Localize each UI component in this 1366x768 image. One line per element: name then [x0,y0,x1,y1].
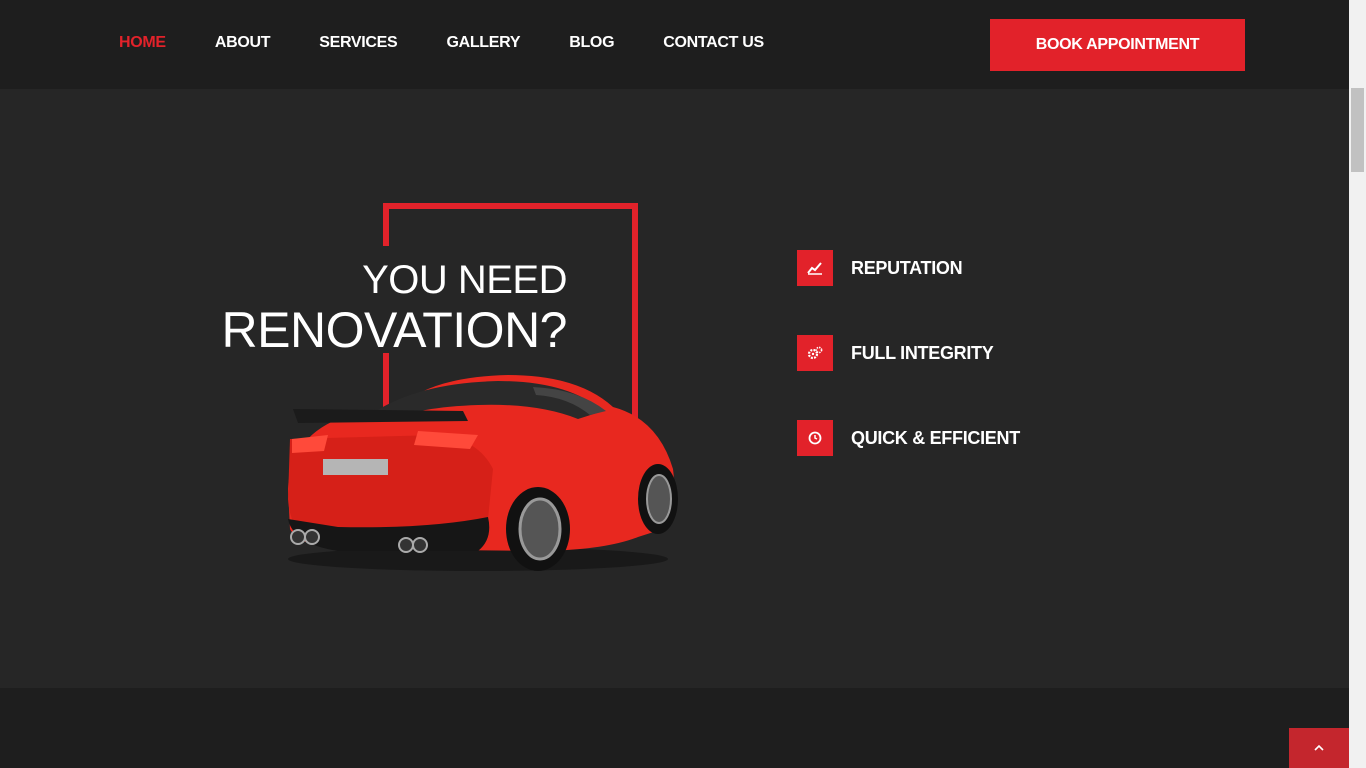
hero-title-line1: YOU NEED [362,258,567,302]
main-nav: HOME ABOUT SERVICES GALLERY BLOG CONTACT… [119,34,813,52]
feature-label: FULL INTEGRITY [851,342,994,363]
feature-label: QUICK & EFFICIENT [851,427,1020,448]
clock-icon [797,420,833,456]
nav-about[interactable]: ABOUT [215,34,271,52]
nav-gallery[interactable]: GALLERY [446,34,520,52]
scrollbar-thumb[interactable] [1351,88,1364,172]
feature-label: REPUTATION [851,257,963,278]
nav-services[interactable]: SERVICES [319,34,398,52]
nav-contact-us[interactable]: CONTACT US [663,34,764,52]
feature-quick-efficient: QUICK & EFFICIENT [797,420,1020,456]
book-appointment-button[interactable]: BOOK APPOINTMENT [990,19,1245,71]
gears-icon [797,335,833,371]
scroll-to-top-button[interactable] [1289,728,1349,768]
nav-blog[interactable]: BLOG [569,34,614,52]
hero-title-line2: RENOVATION? [221,302,568,358]
car-image [288,375,678,571]
chevron-up-icon [1314,745,1324,751]
trend-chart-icon [797,250,833,286]
nav-home[interactable]: HOME [119,34,166,52]
hero-section: YOU NEED RENOVATION? REPUTATION FULL INT… [0,89,1349,688]
feature-full-integrity: FULL INTEGRITY [797,335,994,371]
hero-title: YOU NEED RENOVATION? [221,257,568,358]
site-header: HOME ABOUT SERVICES GALLERY BLOG CONTACT… [0,0,1349,89]
feature-reputation: REPUTATION [797,250,963,286]
